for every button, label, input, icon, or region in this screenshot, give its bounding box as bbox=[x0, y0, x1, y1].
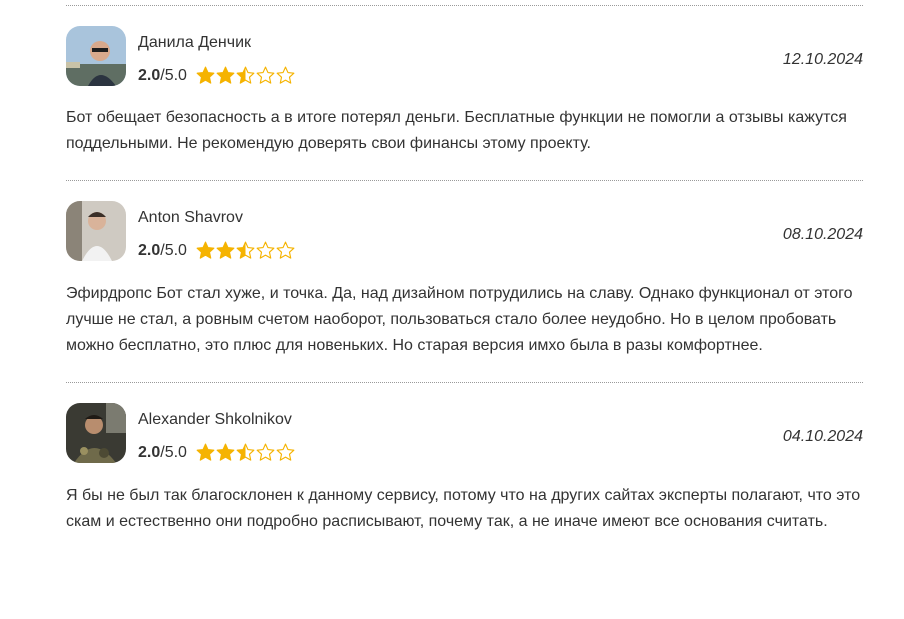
star-full-icon bbox=[216, 66, 235, 84]
star-full-icon bbox=[216, 241, 235, 259]
rating-max: /5.0 bbox=[160, 241, 187, 259]
star-rating bbox=[196, 66, 295, 85]
rating: 2.0/5.0 bbox=[138, 443, 295, 462]
star-full-icon bbox=[196, 241, 215, 259]
review-date: 12.10.2024 bbox=[782, 51, 863, 68]
review-date: 08.10.2024 bbox=[782, 226, 863, 243]
review-item: Данила Денчик 2.0/5.0 12.10.2024 Бот обе… bbox=[66, 26, 863, 157]
star-empty-icon bbox=[256, 443, 275, 461]
star-half-icon bbox=[236, 66, 255, 84]
avatar bbox=[66, 201, 126, 261]
star-rating bbox=[196, 241, 295, 260]
star-full-icon bbox=[196, 66, 215, 84]
rating: 2.0/5.0 bbox=[138, 241, 295, 260]
avatar bbox=[66, 403, 126, 463]
star-half-icon bbox=[236, 241, 255, 259]
divider bbox=[66, 382, 863, 383]
divider bbox=[66, 180, 863, 181]
rating: 2.0/5.0 bbox=[138, 66, 295, 85]
review-text: Эфирдропс Бот стал хуже, и точка. Да, на… bbox=[66, 285, 853, 354]
rating-score: 2.0 bbox=[138, 241, 161, 259]
rating-max: /5.0 bbox=[160, 443, 187, 461]
divider bbox=[66, 5, 863, 6]
star-rating bbox=[196, 443, 295, 462]
star-half-icon bbox=[236, 443, 255, 461]
rating-score: 2.0 bbox=[138, 443, 161, 461]
review-item: Alexander Shkolnikov 2.0/5.0 04.10.2024 … bbox=[66, 403, 863, 535]
avatar bbox=[66, 26, 126, 86]
reviews-list: Данила Денчик 2.0/5.0 12.10.2024 Бот обе… bbox=[66, 0, 863, 535]
review-header: Данила Денчик 2.0/5.0 12.10.2024 bbox=[66, 26, 863, 86]
star-empty-icon bbox=[276, 443, 295, 461]
review-item: Anton Shavrov 2.0/5.0 08.10.2024 Эфирдро… bbox=[66, 201, 863, 359]
rating-max: /5.0 bbox=[160, 66, 187, 84]
author-name[interactable]: Alexander Shkolnikov bbox=[138, 411, 292, 429]
star-empty-icon bbox=[276, 66, 295, 84]
star-empty-icon bbox=[276, 241, 295, 259]
star-empty-icon bbox=[256, 241, 275, 259]
star-full-icon bbox=[196, 443, 215, 461]
rating-score: 2.0 bbox=[138, 66, 161, 84]
star-empty-icon bbox=[256, 66, 275, 84]
review-text: Бот обещает безопасность а в итоге потер… bbox=[66, 109, 847, 152]
star-full-icon bbox=[216, 443, 235, 461]
author-name[interactable]: Данила Денчик bbox=[138, 34, 251, 52]
author-name[interactable]: Anton Shavrov bbox=[138, 209, 243, 227]
review-header: Alexander Shkolnikov 2.0/5.0 04.10.2024 bbox=[66, 403, 863, 463]
review-header: Anton Shavrov 2.0/5.0 08.10.2024 bbox=[66, 201, 863, 261]
review-text: Я бы не был так благосклонен к данному с… bbox=[66, 487, 861, 530]
review-date: 04.10.2024 bbox=[782, 428, 863, 445]
